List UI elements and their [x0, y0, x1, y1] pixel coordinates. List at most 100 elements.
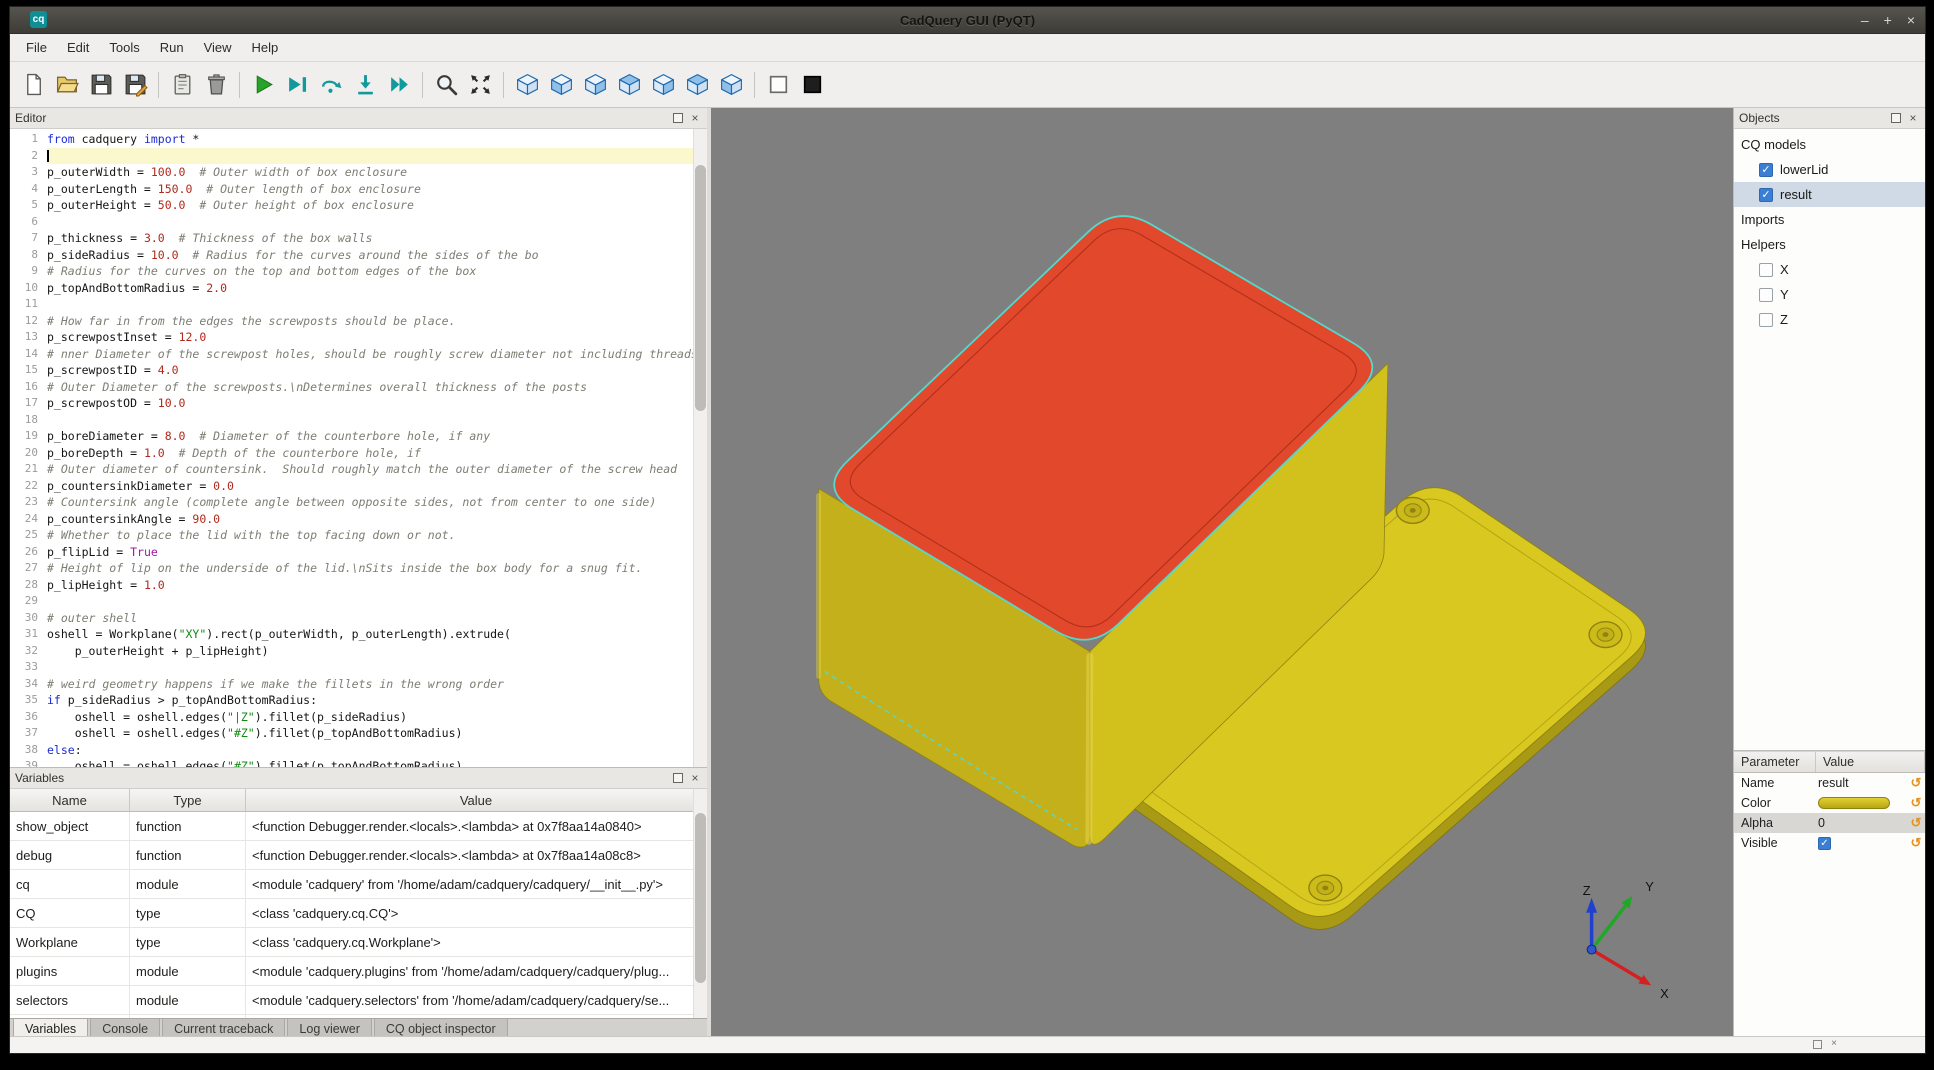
param-row-name[interactable]: Nameresult↺	[1734, 773, 1925, 793]
editor-line[interactable]: 19p_boreDiameter = 8.0 # Diameter of the…	[10, 428, 707, 445]
3d-viewport[interactable]: Z Y X	[711, 108, 1733, 1036]
menu-tools[interactable]: Tools	[99, 36, 149, 59]
editor-line[interactable]: 17p_screwpostOD = 10.0	[10, 395, 707, 412]
trash-icon[interactable]	[199, 66, 233, 104]
menu-run[interactable]: Run	[150, 36, 194, 59]
variable-row[interactable]: CQtype<class 'cadquery.cq.CQ'>	[10, 899, 707, 928]
tree-item-z[interactable]: Z	[1734, 307, 1925, 332]
param-value[interactable]: ✓	[1816, 837, 1907, 850]
editor-scrollbar[interactable]	[693, 129, 707, 767]
editor-line[interactable]: 4p_outerLength = 150.0 # Outer length of…	[10, 181, 707, 198]
editor-close-button[interactable]: ×	[688, 111, 702, 125]
tree-node-helpers[interactable]: Helpers	[1734, 232, 1925, 257]
cube-iso-icon[interactable]	[510, 66, 544, 104]
minimize-button[interactable]: –	[1861, 13, 1869, 27]
param-value[interactable]	[1816, 797, 1907, 809]
tree-node-cq-models[interactable]: CQ models	[1734, 132, 1925, 157]
cube-bottom-icon[interactable]	[714, 66, 748, 104]
editor-scrollbar-thumb[interactable]	[695, 165, 706, 411]
editor-line[interactable]: 10p_topAndBottomRadius = 2.0	[10, 280, 707, 297]
variables-column-header[interactable]: Name	[10, 789, 130, 811]
editor-line[interactable]: 33	[10, 659, 707, 676]
open-file-icon[interactable]	[50, 66, 84, 104]
reset-icon[interactable]: ↺	[1907, 815, 1925, 831]
checkbox[interactable]	[1759, 288, 1773, 302]
param-value[interactable]: result	[1816, 776, 1907, 790]
editor-line[interactable]: 27# Height of lip on the underside of th…	[10, 560, 707, 577]
fit-all-icon[interactable]	[463, 66, 497, 104]
editor-line[interactable]: 22p_countersinkDiameter = 0.0	[10, 478, 707, 495]
cube-right-icon[interactable]	[646, 66, 680, 104]
render-icon[interactable]	[246, 66, 280, 104]
editor-line[interactable]: 2	[10, 148, 707, 165]
cube-back-icon[interactable]	[578, 66, 612, 104]
statusbar-float-icon[interactable]	[1813, 1040, 1822, 1049]
menu-help[interactable]: Help	[242, 36, 289, 59]
variables-float-button[interactable]	[671, 771, 685, 785]
editor-line[interactable]: 8p_sideRadius = 10.0 # Radius for the cu…	[10, 247, 707, 264]
variable-row[interactable]: debugfunction<function Debugger.render.<…	[10, 841, 707, 870]
checkbox[interactable]: ✓	[1759, 188, 1773, 202]
variable-row[interactable]: pluginsmodule<module 'cadquery.plugins' …	[10, 957, 707, 986]
titlebar[interactable]: cq CadQuery GUI (PyQT) – + ×	[10, 7, 1925, 34]
editor-line[interactable]: 24p_countersinkAngle = 90.0	[10, 511, 707, 528]
shaded-icon[interactable]	[795, 66, 829, 104]
editor-float-button[interactable]	[671, 111, 685, 125]
editor-line[interactable]: 36 oshell = oshell.edges("|Z").fillet(p_…	[10, 709, 707, 726]
editor-line[interactable]: 5p_outerHeight = 50.0 # Outer height of …	[10, 197, 707, 214]
maximize-button[interactable]: +	[1884, 13, 1892, 27]
param-value[interactable]: 0	[1816, 816, 1907, 830]
clipboard-icon[interactable]	[165, 66, 199, 104]
tree-item-y[interactable]: Y	[1734, 282, 1925, 307]
parameters-column-header[interactable]: Parameter	[1734, 752, 1816, 772]
param-row-visible[interactable]: Visible✓↺	[1734, 833, 1925, 853]
variable-row[interactable]: selectorsmodule<module 'cadquery.selecto…	[10, 986, 707, 1015]
menu-view[interactable]: View	[194, 36, 242, 59]
editor-line[interactable]: 35if p_sideRadius > p_topAndBottomRadius…	[10, 692, 707, 709]
parameters-column-header[interactable]: Value	[1816, 752, 1925, 772]
checkbox[interactable]: ✓	[1759, 163, 1773, 177]
editor-line[interactable]: 39 oshell = oshell.edges("#Z").fillet(p_…	[10, 758, 707, 767]
tree-node-imports[interactable]: Imports	[1734, 207, 1925, 232]
reset-icon[interactable]: ↺	[1907, 795, 1925, 811]
tree-item-result[interactable]: ✓result	[1734, 182, 1925, 207]
editor-line[interactable]: 6	[10, 214, 707, 231]
variables-column-header[interactable]: Type	[130, 789, 246, 811]
editor-line[interactable]: 25# Whether to place the lid with the to…	[10, 527, 707, 544]
visible-checkbox[interactable]: ✓	[1818, 837, 1831, 850]
reset-icon[interactable]: ↺	[1907, 775, 1925, 791]
editor-line[interactable]: 26p_flipLid = True	[10, 544, 707, 561]
close-button[interactable]: ×	[1907, 13, 1915, 27]
variable-row[interactable]: show_objectfunction<function Debugger.re…	[10, 812, 707, 841]
editor-line[interactable]: 15p_screwpostID = 4.0	[10, 362, 707, 379]
menu-edit[interactable]: Edit	[57, 36, 99, 59]
variables-scrollbar[interactable]	[693, 789, 707, 1018]
new-file-icon[interactable]	[16, 66, 50, 104]
variables-scrollbar-thumb[interactable]	[695, 813, 706, 983]
editor-line[interactable]: 7p_thickness = 3.0 # Thickness of the bo…	[10, 230, 707, 247]
debug-icon[interactable]	[280, 66, 314, 104]
editor-line[interactable]: 29	[10, 593, 707, 610]
checkbox[interactable]	[1759, 313, 1773, 327]
cube-left-icon[interactable]	[612, 66, 646, 104]
editor-line[interactable]: 23# Countersink angle (complete angle be…	[10, 494, 707, 511]
continue-icon[interactable]	[382, 66, 416, 104]
save-as-icon[interactable]	[118, 66, 152, 104]
reset-icon[interactable]: ↺	[1907, 835, 1925, 851]
zoom-icon[interactable]	[429, 66, 463, 104]
editor-line[interactable]: 21# Outer diameter of countersink. Shoul…	[10, 461, 707, 478]
param-row-alpha[interactable]: Alpha0↺	[1734, 813, 1925, 833]
menu-file[interactable]: File	[16, 36, 57, 59]
editor-line[interactable]: 28p_lipHeight = 1.0	[10, 577, 707, 594]
cube-top-icon[interactable]	[680, 66, 714, 104]
editor-line[interactable]: 38else:	[10, 742, 707, 759]
editor-line[interactable]: 31oshell = Workplane("XY").rect(p_outerW…	[10, 626, 707, 643]
editor-line[interactable]: 13p_screwpostInset = 12.0	[10, 329, 707, 346]
checkbox[interactable]	[1759, 263, 1773, 277]
editor-line[interactable]: 3p_outerWidth = 100.0 # Outer width of b…	[10, 164, 707, 181]
color-swatch[interactable]	[1818, 797, 1890, 809]
3d-scene[interactable]: Z Y X	[711, 108, 1733, 1036]
editor-line[interactable]: 14# nner Diameter of the screwpost holes…	[10, 346, 707, 363]
editor-line[interactable]: 30# outer shell	[10, 610, 707, 627]
editor-line[interactable]: 20p_boreDepth = 1.0 # Depth of the count…	[10, 445, 707, 462]
